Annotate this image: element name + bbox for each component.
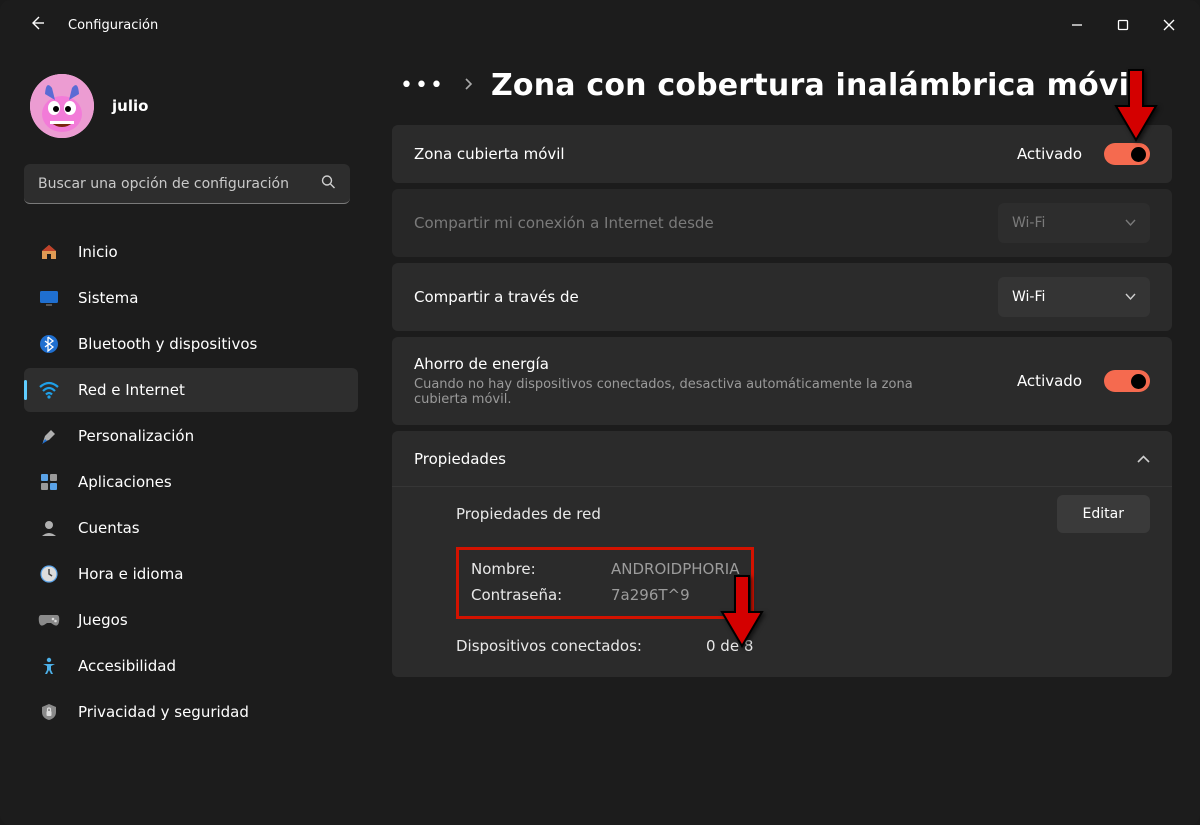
nav-label: Personalización	[78, 427, 194, 445]
search-box[interactable]	[24, 164, 350, 204]
nav-label: Privacidad y seguridad	[78, 703, 249, 721]
sidebar: julio Inicio Sistema Blu	[0, 50, 374, 825]
nav-privacy[interactable]: Privacidad y seguridad	[24, 690, 358, 734]
page-title: Zona con cobertura inalámbrica móvil	[491, 68, 1140, 103]
nav-label: Aplicaciones	[78, 473, 172, 491]
shield-icon	[38, 701, 60, 723]
share-from-select: Wi-Fi	[998, 203, 1150, 243]
share-from-value: Wi-Fi	[1012, 215, 1045, 231]
nav-list: Inicio Sistema Bluetooth y dispositivos …	[24, 230, 358, 734]
properties-title: Propiedades	[414, 450, 506, 468]
accessibility-icon	[38, 655, 60, 677]
share-from-label: Compartir mi conexión a Internet desde	[414, 214, 998, 232]
network-properties-heading: Propiedades de red	[456, 505, 656, 523]
powersave-toggle[interactable]	[1104, 370, 1150, 392]
password-key: Contraseña:	[471, 586, 611, 604]
password-value: 7a296T^9	[611, 586, 690, 604]
chevron-down-icon	[1125, 216, 1136, 230]
devices-value: 0 de 8	[706, 637, 753, 655]
home-icon	[38, 241, 60, 263]
nav-bluetooth[interactable]: Bluetooth y dispositivos	[24, 322, 358, 366]
search-input[interactable]	[24, 164, 350, 204]
system-icon	[38, 287, 60, 309]
app-title: Configuración	[68, 18, 158, 33]
card-hotspot-toggle: Zona cubierta móvil Activado	[392, 125, 1172, 183]
nav-label: Red e Internet	[78, 381, 185, 399]
nav-system[interactable]: Sistema	[24, 276, 358, 320]
avatar	[30, 74, 94, 138]
properties-header[interactable]: Propiedades	[392, 431, 1172, 486]
nav-time[interactable]: Hora e idioma	[24, 552, 358, 596]
user-name: julio	[112, 97, 148, 115]
share-via-select[interactable]: Wi-Fi	[998, 277, 1150, 317]
highlighted-network-properties: Nombre: ANDROIDPHORIA Contraseña: 7a296T…	[456, 547, 754, 619]
nav-network[interactable]: Red e Internet	[24, 368, 358, 412]
bluetooth-icon	[38, 333, 60, 355]
titlebar: Configuración	[0, 0, 1200, 50]
nav-apps[interactable]: Aplicaciones	[24, 460, 358, 504]
search-icon	[321, 175, 336, 194]
brush-icon	[38, 425, 60, 447]
back-arrow-icon[interactable]	[24, 15, 50, 35]
card-power-save: Ahorro de energía Cuando no hay disposit…	[392, 337, 1172, 425]
nav-label: Inicio	[78, 243, 118, 261]
close-button[interactable]	[1146, 6, 1192, 44]
powersave-sub: Cuando no hay dispositivos conectados, d…	[414, 377, 954, 407]
card-share-via: Compartir a través de Wi-Fi	[392, 263, 1172, 331]
hotspot-state-text: Activado	[1017, 145, 1082, 163]
apps-icon	[38, 471, 60, 493]
nav-games[interactable]: Juegos	[24, 598, 358, 642]
nav-accessibility[interactable]: Accesibilidad	[24, 644, 358, 688]
hotspot-label: Zona cubierta móvil	[414, 145, 1017, 163]
gamepad-icon	[38, 609, 60, 631]
nav-label: Bluetooth y dispositivos	[78, 335, 257, 353]
card-share-from: Compartir mi conexión a Internet desde W…	[392, 189, 1172, 257]
minimize-button[interactable]	[1054, 6, 1100, 44]
devices-key: Dispositivos conectados:	[456, 637, 706, 655]
nav-label: Accesibilidad	[78, 657, 176, 675]
main-content: ••• Zona con cobertura inalámbrica móvil…	[374, 50, 1200, 825]
hotspot-toggle[interactable]	[1104, 143, 1150, 165]
edit-button[interactable]: Editar	[1057, 495, 1150, 533]
nav-accounts[interactable]: Cuentas	[24, 506, 358, 550]
user-block[interactable]: julio	[30, 74, 358, 138]
nav-label: Sistema	[78, 289, 138, 307]
maximize-button[interactable]	[1100, 6, 1146, 44]
nav-personalization[interactable]: Personalización	[24, 414, 358, 458]
share-via-label: Compartir a través de	[414, 288, 998, 306]
card-properties: Propiedades Propiedades de red Editar No…	[392, 431, 1172, 677]
chevron-down-icon	[1125, 290, 1136, 304]
chevron-up-icon	[1137, 449, 1150, 468]
nav-home[interactable]: Inicio	[24, 230, 358, 274]
window-controls	[1054, 6, 1192, 44]
powersave-label: Ahorro de energía	[414, 355, 1017, 373]
clock-icon	[38, 563, 60, 585]
person-icon	[38, 517, 60, 539]
breadcrumb: ••• Zona con cobertura inalámbrica móvil	[400, 68, 1172, 103]
nav-label: Juegos	[78, 611, 128, 629]
name-value: ANDROIDPHORIA	[611, 560, 739, 578]
share-via-value: Wi-Fi	[1012, 289, 1045, 305]
chevron-right-icon	[463, 77, 473, 95]
nav-label: Hora e idioma	[78, 565, 183, 583]
wifi-icon	[38, 379, 60, 401]
name-key: Nombre:	[471, 560, 611, 578]
nav-label: Cuentas	[78, 519, 140, 537]
powersave-state-text: Activado	[1017, 372, 1082, 390]
properties-body: Propiedades de red Editar Nombre: ANDROI…	[392, 486, 1172, 677]
